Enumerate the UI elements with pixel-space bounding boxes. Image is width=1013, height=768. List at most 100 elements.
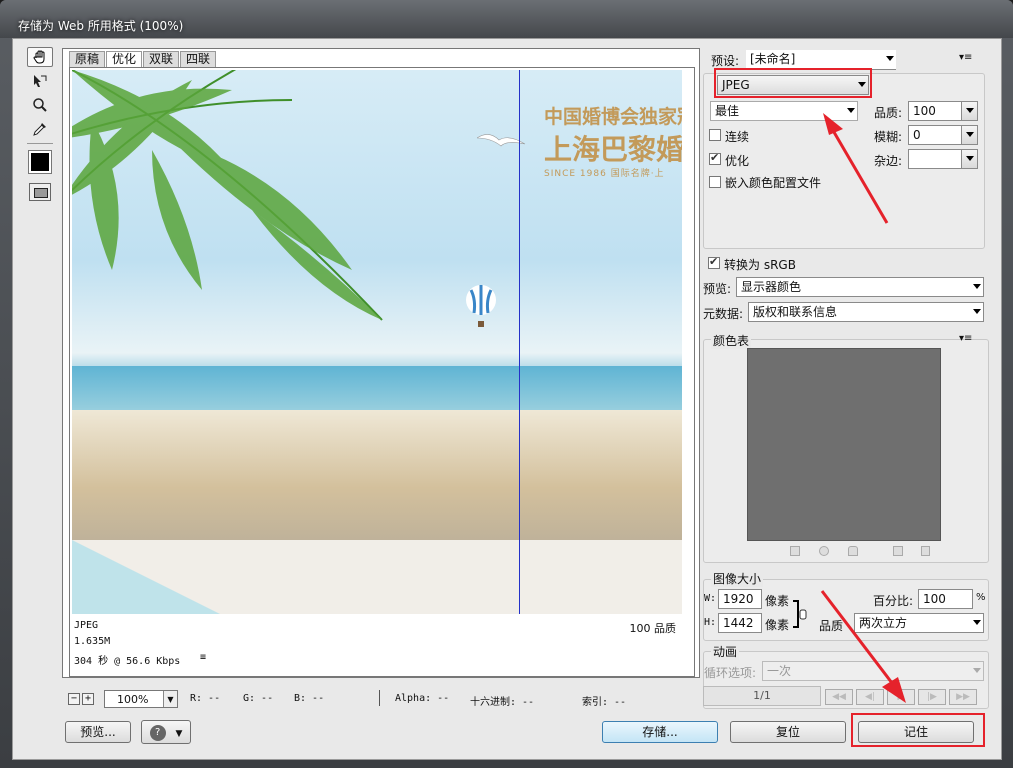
hex-readout: 十六进制: -- <box>470 697 535 708</box>
toggle-slices-visibility-button[interactable] <box>29 183 51 201</box>
browser-icon: ? <box>149 724 166 741</box>
image-headline: 中国婚博会独家冠 <box>544 106 682 128</box>
loop-options-label: 循环选项: <box>704 666 757 680</box>
preview-panel: 原稿 优化 双联 四联 中国婚博会独家冠 上海巴黎婚 SINCE 1986 国际… <box>62 48 700 678</box>
status-divider <box>379 690 380 706</box>
zoom-select[interactable]: 100% ▼ <box>104 690 178 708</box>
quality-value: 100 <box>913 104 936 118</box>
lock-icon[interactable] <box>848 546 858 556</box>
chevron-down-icon: ▼ <box>175 729 183 739</box>
preview-color-label: 预览: <box>703 282 732 296</box>
preview-info: JPEG 1.635M 304 秒 @ 56.6 Kbps ≡ 100 品质 <box>74 618 680 676</box>
preset-value: [未命名] <box>750 52 796 66</box>
eyedropper-icon[interactable] <box>27 119 53 139</box>
chevron-down-icon <box>973 668 981 673</box>
dialog-body: 原稿 优化 双联 四联 中国婚博会独家冠 上海巴黎婚 SINCE 1986 国际… <box>12 38 1002 760</box>
width-value: 1920 <box>723 592 754 606</box>
image-tagline: SINCE 1986 国际名牌·上 <box>544 169 665 179</box>
window-title: 存储为 Web 所用格式 (100%) <box>18 19 184 33</box>
hand-icon[interactable] <box>27 47 53 67</box>
preset-label: 预设: <box>711 54 740 68</box>
color-table-title: 颜色表 <box>711 332 752 349</box>
tab-4-up[interactable]: 四联 <box>180 51 217 67</box>
reset-button[interactable]: 复位 <box>730 721 846 743</box>
save-button[interactable]: 存储... <box>602 721 718 743</box>
trash-icon[interactable] <box>921 546 930 556</box>
highlight-remember <box>851 713 985 747</box>
optimized-label: 优化 <box>725 154 750 168</box>
tab-2-up[interactable]: 双联 <box>143 51 180 67</box>
height-value: 1442 <box>723 616 754 630</box>
matte-select[interactable] <box>908 149 978 169</box>
blur-value: 0 <box>913 128 921 142</box>
preset-select[interactable]: [未命名] <box>746 50 896 70</box>
chevron-down-icon <box>961 102 977 120</box>
blur-field[interactable]: 0 <box>908 125 978 145</box>
info-quality: 100 品质 <box>629 622 677 635</box>
zoom-value: 100% <box>117 692 149 706</box>
settings-menu-icon[interactable]: ▾≡ <box>959 52 972 63</box>
progressive-checkbox[interactable] <box>709 129 721 141</box>
height-input[interactable]: 1442 <box>718 613 762 633</box>
info-menu-icon[interactable]: ≡ <box>200 652 206 663</box>
quality-level-value: 最佳 <box>715 104 740 118</box>
web-snap-icon[interactable] <box>819 546 829 556</box>
toolbox-divider <box>27 143 53 144</box>
annotation-arrow-up <box>823 113 889 224</box>
next-frame-button[interactable]: |▶ <box>918 689 946 705</box>
palm-leaves <box>72 70 383 321</box>
zoom-icon[interactable] <box>27 95 53 115</box>
new-color-icon[interactable] <box>893 546 903 556</box>
title-bar[interactable]: 存储为 Web 所用格式 (100%) <box>0 0 1013 38</box>
loop-options-value: 一次 <box>767 664 792 678</box>
zoom-in-button[interactable]: + <box>82 693 94 705</box>
optimized-checkbox[interactable] <box>709 151 721 165</box>
info-download-time: 304 秒 @ 56.6 Kbps <box>74 656 181 667</box>
embed-profile-checkbox[interactable] <box>709 176 721 188</box>
convert-srgb-label: 转换为 sRGB <box>724 258 796 272</box>
last-frame-button[interactable]: ▶▶ <box>949 689 977 705</box>
chevron-down-icon <box>973 620 981 625</box>
image-brand-name: 上海巴黎婚 <box>544 133 682 166</box>
sea-region <box>72 366 682 416</box>
info-format: JPEG <box>74 620 99 631</box>
slice-guide-line <box>519 70 520 614</box>
color-table-menu-icon[interactable]: ▾≡ <box>959 333 972 344</box>
chevron-down-icon <box>961 150 977 168</box>
width-input[interactable]: 1920 <box>718 589 762 609</box>
animation-title: 动画 <box>711 643 740 660</box>
preview-button[interactable]: 预览... <box>65 721 131 743</box>
height-label: H: <box>704 617 717 628</box>
map-transparent-icon[interactable] <box>790 546 800 556</box>
browser-preview-button[interactable]: ? ▼ <box>141 720 191 744</box>
zoom-controls: − + 100% ▼ <box>68 690 178 708</box>
preview-image[interactable]: 中国婚博会独家冠 上海巴黎婚 SINCE 1986 国际名牌·上 <box>72 70 682 614</box>
color-table-swatches[interactable] <box>747 348 941 541</box>
preview-color-select[interactable]: 显示器颜色 <box>736 277 984 297</box>
preview-color-value: 显示器颜色 <box>741 280 802 294</box>
tab-original[interactable]: 原稿 <box>69 51 106 67</box>
metadata-label: 元数据: <box>703 307 744 321</box>
quality-field[interactable]: 100 <box>908 101 978 121</box>
chevron-down-icon <box>886 56 894 61</box>
dialog-window: 存储为 Web 所用格式 (100%) 原稿 优化 双联 四联 中国婚博会独家冠… <box>0 0 1013 768</box>
zoom-out-button[interactable]: − <box>68 693 80 705</box>
blue-readout: B: -- <box>294 693 325 704</box>
color-swatch[interactable] <box>28 150 52 174</box>
embed-profile-label: 嵌入颜色配置文件 <box>725 176 822 190</box>
image-size-title: 图像大小 <box>711 570 764 587</box>
green-readout: G: -- <box>243 693 274 704</box>
convert-srgb-checkbox[interactable] <box>708 255 720 269</box>
alpha-readout: Alpha: -- <box>395 693 450 704</box>
highlight-format <box>714 68 872 98</box>
width-unit: 像素 <box>765 594 790 608</box>
tab-optimized[interactable]: 优化 <box>106 51 143 67</box>
percent-input[interactable]: 100 <box>918 589 973 609</box>
floor-triangle <box>72 540 232 614</box>
width-label: W: <box>704 593 717 604</box>
hot-air-balloon <box>466 285 496 327</box>
slice-select-icon[interactable] <box>27 71 53 91</box>
metadata-select[interactable]: 版权和联系信息 <box>748 302 984 322</box>
constrain-proportions-icon[interactable] <box>793 599 807 629</box>
annotation-arrow-down <box>820 590 906 703</box>
